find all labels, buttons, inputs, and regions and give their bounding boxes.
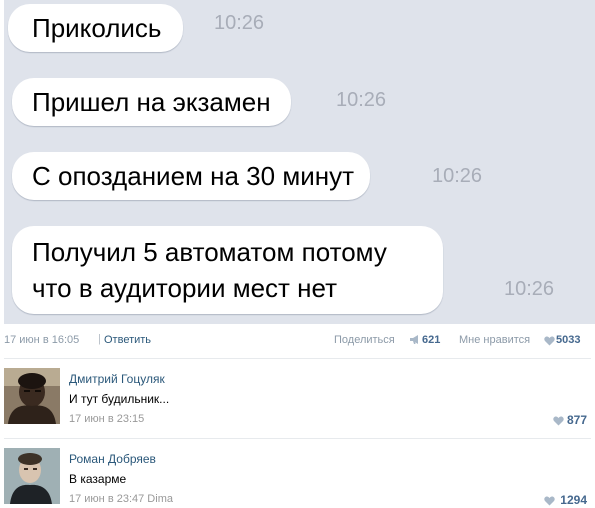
share-button[interactable]: Поделиться [334, 334, 395, 346]
message-text: С опозданием на 30 минут [32, 161, 354, 191]
message-text: Пришел на экзамен [32, 87, 271, 117]
comment-date[interactable]: 17 июн в 23:15 [69, 413, 144, 425]
message-time: 10:26 [214, 12, 265, 34]
heart-icon[interactable] [553, 416, 564, 426]
message-time: 10:26 [336, 89, 387, 111]
message-text-line: Получил 5 автоматом потому [32, 237, 387, 267]
chat-message: С опозданием на 30 минут [12, 152, 370, 200]
separator: | [98, 333, 101, 345]
avatar[interactable] [4, 448, 60, 504]
chat-screenshot: Приколись 10:26 Пришел на экзамен 10:26 … [4, 0, 595, 324]
comment: Роман Добряев В казарме 17 июн в 23:47 D… [4, 448, 591, 508]
comment: Дмитрий Гоцуляк И тут будильник... 17 ию… [4, 368, 591, 440]
reply-link[interactable]: Ответить [104, 334, 151, 346]
message-time: 10:26 [504, 278, 555, 300]
share-count: 621 [422, 334, 441, 346]
megaphone-icon[interactable] [409, 334, 421, 345]
message-text-line: что в аудитории мест нет [32, 273, 338, 303]
like-button[interactable]: Мне нравится [459, 334, 530, 346]
comment-author[interactable]: Дмитрий Гоцуляк [69, 372, 165, 386]
message-time: 10:26 [432, 165, 483, 187]
comment-text: И тут будильник... [69, 392, 170, 406]
chat-message: Приколись [8, 4, 184, 52]
heart-icon[interactable] [544, 336, 555, 346]
comment-like-count[interactable]: 1294 [560, 493, 587, 507]
heart-icon[interactable] [544, 496, 555, 506]
comment-text: В казарме [69, 472, 127, 486]
avatar[interactable] [4, 368, 60, 424]
post-date[interactable]: 17 июн в 16:05 [4, 334, 79, 346]
post-meta: 17 июн в 16:05 | Ответить Поделиться 621… [4, 332, 591, 350]
comment-like-count[interactable]: 877 [567, 413, 587, 427]
like-count: 5033 [556, 334, 581, 346]
chat-message: Получил 5 автоматом потому что в аудитор… [12, 226, 443, 314]
comment-date[interactable]: 17 июн в 23:47 Dima [69, 493, 173, 505]
divider [4, 438, 591, 439]
chat-message: Пришел на экзамен [12, 78, 291, 126]
message-text: Приколись [32, 13, 162, 43]
divider [4, 358, 591, 359]
comment-author[interactable]: Роман Добряев [69, 452, 156, 466]
